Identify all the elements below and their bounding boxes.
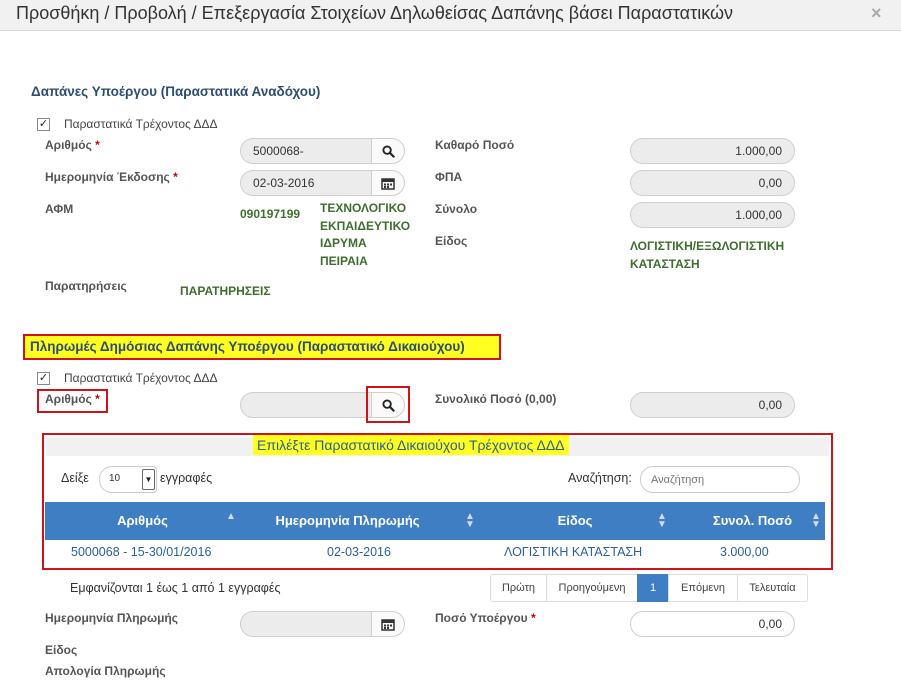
column-header-total[interactable]: Συνολ. Ποσό <box>685 502 820 540</box>
section-title-beneficiary: Πληρωμές Δημόσιας Δαπάνης Υποέργου (Παρα… <box>25 336 499 358</box>
arithmos-label-2: Αριθμός * <box>45 392 100 406</box>
payment-date-label: Ημερομηνία Πληρωμής <box>45 611 178 625</box>
arithmos-field-2[interactable] <box>240 392 374 418</box>
column-header-number[interactable]: Αριθμός <box>45 502 240 540</box>
sort-icon: ▲ ▼ <box>811 511 821 530</box>
total-field: 1.000,00 <box>630 202 795 228</box>
pagination-previous[interactable]: Προηγούμενη <box>546 574 638 602</box>
vat-field: 0,00 <box>630 170 795 196</box>
notes-label: Παρατηρήσεις <box>45 279 127 293</box>
check-icon: ✓ <box>38 118 49 130</box>
entries-label: εγγραφές <box>160 471 213 485</box>
issue-date-label: Ημερομηνία Έκδοσης * <box>45 170 178 184</box>
column-header-payment-date[interactable]: Ημερομηνία Πληρωμής <box>240 502 455 540</box>
calendar-icon <box>381 177 395 190</box>
arithmos-label: Αριθμός * <box>45 138 100 152</box>
current-ddd-checkbox-2[interactable]: ✓ <box>37 372 50 385</box>
page-size-value: 10 <box>109 473 121 484</box>
total-label: Σύνολο <box>435 202 478 216</box>
net-amount-label: Καθαρό Ποσό <box>435 138 515 152</box>
arithmos-search-button[interactable] <box>371 138 405 164</box>
checkbox-label-2: Παραστατικά Τρέχοντος ΔΔΔ <box>64 371 218 385</box>
chevron-down-icon: ▼ <box>142 469 155 490</box>
justification-label: Απολογία Πληρωμής <box>45 664 166 678</box>
type-value: ΛΟΓΙΣΤΙΚΗ/ΕΞΩΛΟΓΙΣΤΙΚΗ ΚΑΤΑΣΤΑΣΗ <box>630 239 785 271</box>
cell-number: 5000068 - 15-30/01/2016 <box>71 545 212 559</box>
check-icon: ✓ <box>38 372 49 384</box>
subproject-amount-field[interactable]: 0,00 <box>630 611 795 637</box>
subproject-amount-label: Ποσό Υποέργου * <box>435 611 536 625</box>
afm-value: 090197199 <box>240 207 301 221</box>
arithmos-search-button-2[interactable] <box>371 392 405 418</box>
pagination-last[interactable]: Τελευταία <box>737 574 808 602</box>
pagination-next[interactable]: Επόμενη <box>668 574 738 602</box>
type-label: Είδος <box>435 234 468 248</box>
notes-value: ΠΑΡΑΤΗΡΗΣΕΙΣ <box>180 284 271 298</box>
issue-date-calendar-button[interactable] <box>371 170 405 196</box>
arithmos-field[interactable]: 5000068-15/01/2016 <box>240 138 374 182</box>
table-info: Εμφανίζονται 1 έως 1 από 1 εγγραφές <box>70 581 281 595</box>
current-ddd-checkbox[interactable]: ✓ <box>37 118 50 131</box>
calendar-icon <box>381 618 395 631</box>
sort-icon: ▲ ▼ <box>657 511 667 530</box>
search-icon <box>381 144 395 158</box>
afm-label: ΑΦΜ <box>45 202 74 216</box>
pagination-first[interactable]: Πρώτη <box>490 574 547 602</box>
cell-type: ΛΟΓΙΣΤΙΚΗ ΚΑΤΑΣΤΑΣΗ <box>504 545 643 559</box>
page-size-select[interactable]: 10 ▼ <box>99 466 157 493</box>
vat-label: ΦΠΑ <box>435 170 463 184</box>
close-button[interactable]: × <box>871 3 882 24</box>
company-name: ΤΕΧΝΟΛΟΓΙΚΟ ΕΚΠΑΙΔΕΥΤΙΚΟ ΙΔΡΥΜΑ ΠΕΙΡΑΙΑ <box>320 201 411 268</box>
sort-asc-icon: ▲ <box>226 511 236 522</box>
show-label: Δείξε <box>61 471 89 485</box>
issue-date-field[interactable]: 02-03-2016 <box>240 170 374 196</box>
search-label: Αναζήτηση: <box>568 471 632 485</box>
sort-icon: ▲ ▼ <box>465 511 475 530</box>
search-icon <box>381 398 395 412</box>
cell-total: 3.000,00 <box>720 545 769 559</box>
table-header-row: Αριθμός ▲ Ημερομηνία Πληρωμής ▲ ▼ Είδος ▲… <box>45 502 825 540</box>
payment-date-calendar-button[interactable] <box>371 611 405 637</box>
table-search-input[interactable] <box>640 466 800 493</box>
pagination-current[interactable]: 1 <box>637 574 669 602</box>
column-header-type[interactable]: Είδος <box>475 502 675 540</box>
payment-date-field[interactable] <box>240 611 374 637</box>
table-panel-title: Επιλέξτε Παραστατικό Δικαιούχου Τρέχοντο… <box>253 435 569 455</box>
checkbox-label: Παραστατικά Τρέχοντος ΔΔΔ <box>64 117 218 131</box>
table-row[interactable]: 5000068 - 15-30/01/2016 02-03-2016 ΛΟΓΙΣ… <box>45 540 825 567</box>
type-label-2: Είδος <box>45 643 78 657</box>
net-amount-field: 1.000,00 <box>630 138 795 164</box>
total-amount-field: 0,00 <box>630 392 795 418</box>
modal-title: Προσθήκη / Προβολή / Επεξεργασία Στοιχεί… <box>16 3 734 23</box>
cell-payment-date: 02-03-2016 <box>327 545 391 559</box>
total-amount-label: Συνολικό Ποσό (0,00) <box>435 392 557 406</box>
section-title-contractor: Δαπάνες Υποέργου (Παραστατικά Αναδόχου) <box>31 84 321 99</box>
